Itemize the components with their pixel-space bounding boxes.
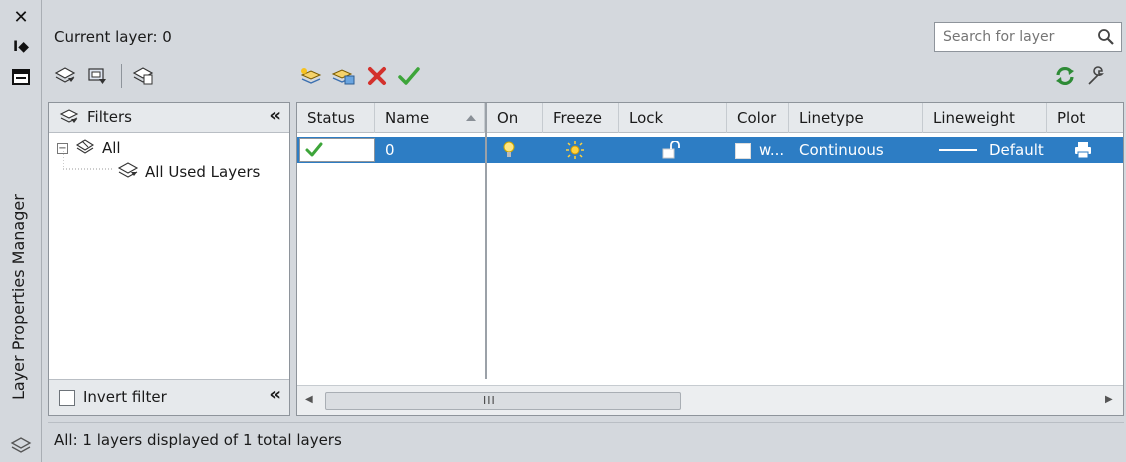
scroll-right-arrow-icon[interactable]: ▶	[1105, 394, 1113, 405]
status-text: All: 1 layers displayed of 1 total layer…	[54, 431, 342, 449]
column-header-on[interactable]: On	[487, 103, 543, 133]
tree-item-all-used-layers[interactable]: All Used Layers	[117, 161, 260, 183]
collapse-filters-footer-button[interactable]: «	[269, 384, 281, 405]
lineweight-line-sample	[939, 149, 977, 151]
filters-icon	[59, 108, 79, 130]
layer-properties-palette: ✕ I◆ Layer Properties Manager Current la…	[0, 0, 1126, 462]
new-property-filter-icon[interactable]	[50, 62, 80, 90]
filter-header: Filters «	[49, 103, 289, 133]
toolbar-separator	[121, 64, 122, 88]
tree-item-label: All Used Layers	[145, 163, 261, 181]
filter-footer: Invert filter «	[49, 379, 289, 415]
table-header: Status Name On Freeze Lock Color Linetyp…	[297, 103, 1123, 133]
auto-hide-icon[interactable]: I◆	[8, 34, 34, 60]
scrollbar-grip: III	[483, 394, 496, 407]
column-header-name[interactable]: Name	[375, 103, 485, 133]
scroll-left-arrow-icon[interactable]: ◀	[305, 394, 313, 405]
layer-on-lightbulb-icon[interactable]	[503, 141, 515, 167]
invert-filter-checkbox[interactable]	[59, 390, 75, 406]
layer-linetype-cell[interactable]: Continuous	[799, 137, 884, 163]
layer-unlocked-icon[interactable]	[661, 140, 681, 167]
layer-thaw-sun-icon[interactable]	[565, 140, 585, 166]
layer-name-cell[interactable]: 0	[385, 137, 395, 163]
search-box[interactable]	[934, 22, 1122, 52]
current-layer-label: Current layer: 0	[54, 28, 172, 46]
settings-icon[interactable]	[1082, 62, 1112, 90]
column-header-lineweight[interactable]: Lineweight	[923, 103, 1047, 133]
column-header-linetype[interactable]: Linetype	[789, 103, 923, 133]
status-bar: All: 1 layers displayed of 1 total layer…	[48, 422, 1124, 456]
tree-connector-lines	[63, 151, 113, 170]
refresh-icon[interactable]	[1050, 62, 1080, 90]
scrollbar-thumb[interactable]	[325, 392, 681, 410]
new-group-filter-icon[interactable]	[82, 62, 112, 90]
used-layers-filter-icon	[117, 161, 139, 183]
filters-label: Filters	[87, 108, 132, 126]
new-layer-vp-frozen-icon[interactable]	[328, 62, 358, 90]
column-header-freeze[interactable]: Freeze	[543, 103, 619, 133]
plot-printer-icon[interactable]	[1073, 141, 1093, 167]
filter-tree-panel: Filters « − All All Used Layers Invert f…	[48, 102, 290, 416]
palette-title: Layer Properties Manager	[9, 194, 28, 400]
delete-layer-icon[interactable]	[362, 62, 392, 90]
new-layer-icon[interactable]	[296, 62, 326, 90]
search-icon[interactable]	[1097, 28, 1115, 46]
palette-title-strip: ✕ I◆ Layer Properties Manager	[0, 0, 42, 462]
invert-filter-label[interactable]: Invert filter	[83, 388, 167, 406]
close-icon[interactable]: ✕	[8, 4, 34, 30]
layers-icon	[8, 432, 34, 458]
column-header-color[interactable]: Color	[727, 103, 789, 133]
column-splitter[interactable]	[485, 103, 487, 379]
table-row[interactable]: 0 w... Continuous Default	[297, 137, 1123, 163]
column-header-status[interactable]: Status	[297, 103, 375, 133]
horizontal-scrollbar[interactable]: ◀ III ▶	[297, 385, 1123, 415]
layer-list-table: Status Name On Freeze Lock Color Linetyp…	[296, 102, 1124, 416]
set-current-icon[interactable]	[394, 62, 424, 90]
column-header-lock[interactable]: Lock	[619, 103, 727, 133]
collapse-filters-button[interactable]: «	[269, 105, 281, 126]
column-header-plot[interactable]: Plot	[1047, 103, 1123, 133]
layer-states-manager-icon[interactable]	[128, 62, 158, 90]
sort-ascending-icon	[466, 115, 476, 121]
layer-color-label[interactable]: w...	[759, 137, 784, 163]
column-header-name-label: Name	[385, 109, 430, 127]
layer-color-swatch[interactable]	[735, 143, 751, 159]
properties-icon[interactable]	[8, 64, 34, 90]
status-cell[interactable]	[299, 138, 375, 162]
layer-lineweight-cell[interactable]: Default	[989, 137, 1044, 163]
current-layer-check-icon	[305, 142, 323, 157]
search-input[interactable]	[935, 23, 1085, 51]
